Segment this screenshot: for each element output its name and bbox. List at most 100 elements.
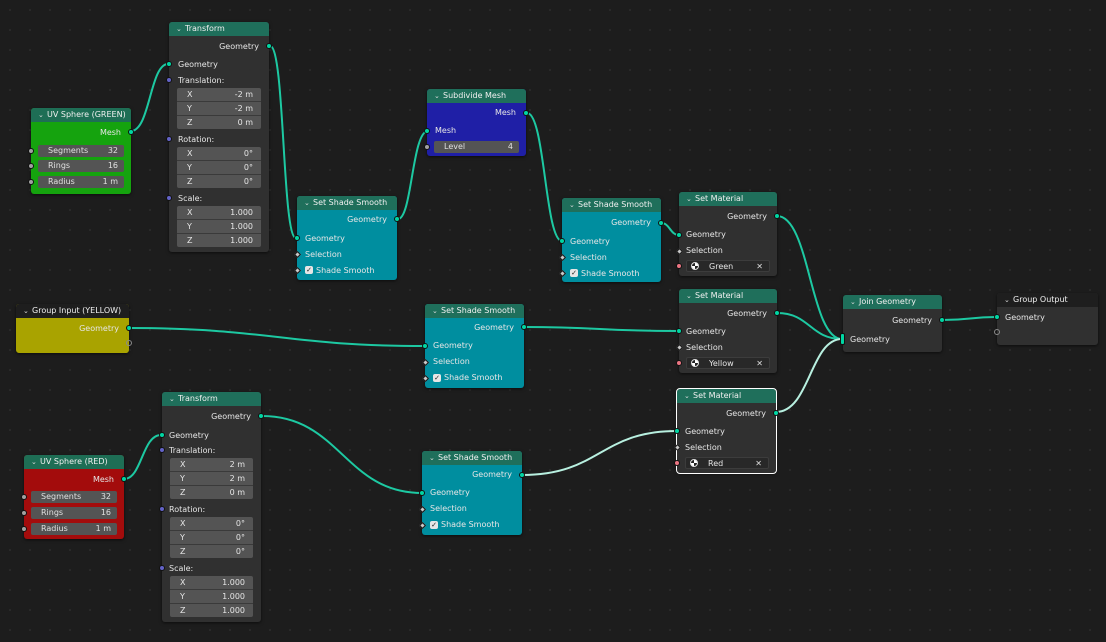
input-mesh-socket[interactable] bbox=[424, 128, 430, 134]
vector-y-field[interactable]: Y -2 m bbox=[177, 102, 261, 116]
segments-field[interactable]: Segments 32 bbox=[38, 145, 124, 157]
input-geometry-socket[interactable] bbox=[994, 314, 1000, 320]
output-geometry-socket[interactable] bbox=[126, 325, 132, 331]
segments-field[interactable]: Segments 32 bbox=[31, 491, 117, 503]
translation-socket[interactable] bbox=[166, 77, 172, 83]
empty-input-socket[interactable] bbox=[994, 329, 1000, 335]
input-geometry-socket[interactable] bbox=[294, 235, 300, 241]
rings-field[interactable]: Rings 16 bbox=[38, 160, 124, 172]
selection-socket[interactable] bbox=[293, 250, 302, 259]
output-mesh-socket[interactable] bbox=[121, 476, 127, 482]
node-group-output[interactable]: ⌄ Group Output Geometry bbox=[994, 293, 1098, 345]
vector-x-field[interactable]: X -2 m bbox=[177, 88, 261, 102]
output-geometry-socket[interactable] bbox=[773, 410, 779, 416]
node-header[interactable]: ⌄ Set Shade Smooth bbox=[297, 196, 397, 210]
node-header[interactable]: ⌄ Set Shade Smooth bbox=[425, 304, 524, 318]
input-geometry-socket[interactable] bbox=[674, 428, 680, 434]
shade-smooth-checkbox[interactable]: ✓ bbox=[433, 374, 441, 382]
rotation-vector[interactable]: X 0° Y 0° Z 0° bbox=[170, 517, 253, 558]
scale-vector[interactable]: X 1.000 Y 1.000 Z 1.000 bbox=[170, 576, 253, 617]
chevron-down-icon[interactable]: ⌄ bbox=[23, 304, 32, 318]
radius-field[interactable]: Radius 1 m bbox=[31, 523, 117, 535]
input-geometry-socket[interactable] bbox=[676, 328, 682, 334]
chevron-down-icon[interactable]: ⌄ bbox=[31, 455, 40, 469]
chevron-down-icon[interactable]: ⌄ bbox=[176, 22, 185, 36]
level-field[interactable]: Level 4 bbox=[434, 141, 519, 153]
chevron-down-icon[interactable]: ⌄ bbox=[38, 108, 47, 122]
translation-socket[interactable] bbox=[159, 447, 165, 453]
selection-socket[interactable] bbox=[675, 343, 684, 352]
material-socket[interactable] bbox=[676, 263, 682, 269]
node-header[interactable]: ⌄ UV Sphere (RED) bbox=[24, 455, 124, 469]
output-geometry-socket[interactable] bbox=[658, 220, 664, 226]
level-socket[interactable] bbox=[424, 144, 430, 150]
material-socket[interactable] bbox=[674, 460, 680, 466]
chevron-down-icon[interactable]: ⌄ bbox=[304, 196, 313, 210]
shade-smooth-checkbox[interactable]: ✓ bbox=[570, 269, 578, 277]
output-geometry-socket[interactable] bbox=[266, 43, 272, 49]
node-subdivide-mesh[interactable]: ⌄ Subdivide Mesh Mesh Mesh Level 4 bbox=[424, 89, 529, 156]
input-geometry-socket[interactable] bbox=[422, 343, 428, 349]
shade-smooth-checkbox[interactable]: ✓ bbox=[430, 521, 438, 529]
node-header[interactable]: ⌄ Transform bbox=[169, 22, 269, 36]
vector-x-field[interactable]: X 0° bbox=[170, 517, 253, 531]
rings-socket[interactable] bbox=[21, 510, 27, 516]
chevron-down-icon[interactable]: ⌄ bbox=[569, 198, 578, 212]
node-transform-2[interactable]: ⌄ Transform Geometry Geometry Translation… bbox=[159, 392, 264, 622]
input-geometry-socket[interactable] bbox=[559, 238, 565, 244]
node-header[interactable]: ⌄ Transform bbox=[162, 392, 261, 406]
node-header[interactable]: ⌄ Set Material bbox=[677, 389, 776, 403]
vector-x-field[interactable]: X 1.000 bbox=[170, 576, 253, 590]
node-header[interactable]: ⌄ Subdivide Mesh bbox=[427, 89, 526, 103]
chevron-down-icon[interactable]: ⌄ bbox=[1004, 293, 1013, 307]
output-geometry-socket[interactable] bbox=[774, 213, 780, 219]
vector-y-field[interactable]: Y 2 m bbox=[170, 472, 253, 486]
node-uv-sphere-green[interactable]: ⌄ UV Sphere (GREEN) Mesh Segments 32 Rings… bbox=[28, 108, 134, 194]
vector-z-field[interactable]: Z 0° bbox=[177, 175, 261, 188]
chevron-down-icon[interactable]: ⌄ bbox=[429, 451, 438, 465]
node-set-shade-smooth-4[interactable]: ⌄ Set Shade Smooth Geometry Geometry Sele… bbox=[418, 451, 525, 535]
output-geometry-socket[interactable] bbox=[394, 216, 400, 222]
node-header[interactable]: ⌄ Set Material bbox=[679, 289, 777, 303]
chevron-down-icon[interactable]: ⌄ bbox=[684, 389, 693, 403]
node-transform-1[interactable]: ⌄ Transform Geometry Geometry Translation… bbox=[166, 22, 272, 252]
node-uv-sphere-red[interactable]: ⌄ UV Sphere (RED) Mesh Segments 32 Rings 16… bbox=[21, 455, 127, 539]
node-header[interactable]: ⌄ Set Shade Smooth bbox=[562, 198, 661, 212]
input-geometry-socket[interactable] bbox=[166, 61, 172, 67]
close-icon[interactable]: ✕ bbox=[756, 261, 763, 273]
node-set-material-yellow[interactable]: ⌄ Set Material Geometry Geometry Selectio… bbox=[675, 289, 780, 373]
node-set-shade-smooth-3[interactable]: ⌄ Set Shade Smooth Geometry Geometry Sele… bbox=[421, 304, 527, 388]
translation-vector[interactable]: X -2 m Y -2 m Z 0 m bbox=[177, 88, 261, 129]
shade-smooth-checkbox[interactable]: ✓ bbox=[305, 266, 313, 274]
shade-smooth-socket[interactable] bbox=[558, 269, 567, 278]
chevron-down-icon[interactable]: ⌄ bbox=[686, 192, 695, 206]
close-icon[interactable]: ✕ bbox=[755, 458, 762, 470]
scale-socket[interactable] bbox=[159, 565, 165, 571]
output-geometry-socket[interactable] bbox=[258, 413, 264, 419]
selection-socket[interactable] bbox=[675, 247, 684, 256]
material-selector[interactable]: Green ✕ bbox=[686, 260, 770, 272]
node-set-shade-smooth-1[interactable]: ⌄ Set Shade Smooth Geometry Geometry Sele… bbox=[293, 196, 400, 280]
vector-z-field[interactable]: Z 0° bbox=[170, 545, 253, 558]
chevron-down-icon[interactable]: ⌄ bbox=[169, 392, 178, 406]
output-geometry-socket[interactable] bbox=[519, 472, 525, 478]
shade-smooth-socket[interactable] bbox=[293, 266, 302, 275]
node-header[interactable]: ⌄ Join Geometry bbox=[843, 295, 942, 309]
radius-socket[interactable] bbox=[28, 179, 34, 185]
selection-socket[interactable] bbox=[673, 443, 682, 452]
node-set-shade-smooth-2[interactable]: ⌄ Set Shade Smooth Geometry Geometry Sele… bbox=[558, 198, 664, 282]
radius-socket[interactable] bbox=[21, 526, 27, 532]
input-geometry-socket[interactable] bbox=[419, 490, 425, 496]
selection-socket[interactable] bbox=[421, 358, 430, 367]
material-socket[interactable] bbox=[676, 360, 682, 366]
rings-field[interactable]: Rings 16 bbox=[31, 507, 117, 519]
multi-input-geometry-socket[interactable] bbox=[840, 333, 845, 345]
output-geometry-socket[interactable] bbox=[521, 324, 527, 330]
rotation-socket[interactable] bbox=[166, 136, 172, 142]
vector-y-field[interactable]: Y 0° bbox=[170, 531, 253, 545]
chevron-down-icon[interactable]: ⌄ bbox=[432, 304, 441, 318]
scale-vector[interactable]: X 1.000 Y 1.000 Z 1.000 bbox=[177, 206, 261, 247]
material-selector[interactable]: Red ✕ bbox=[685, 457, 769, 469]
input-geometry-socket[interactable] bbox=[159, 432, 165, 438]
selection-socket[interactable] bbox=[558, 253, 567, 262]
